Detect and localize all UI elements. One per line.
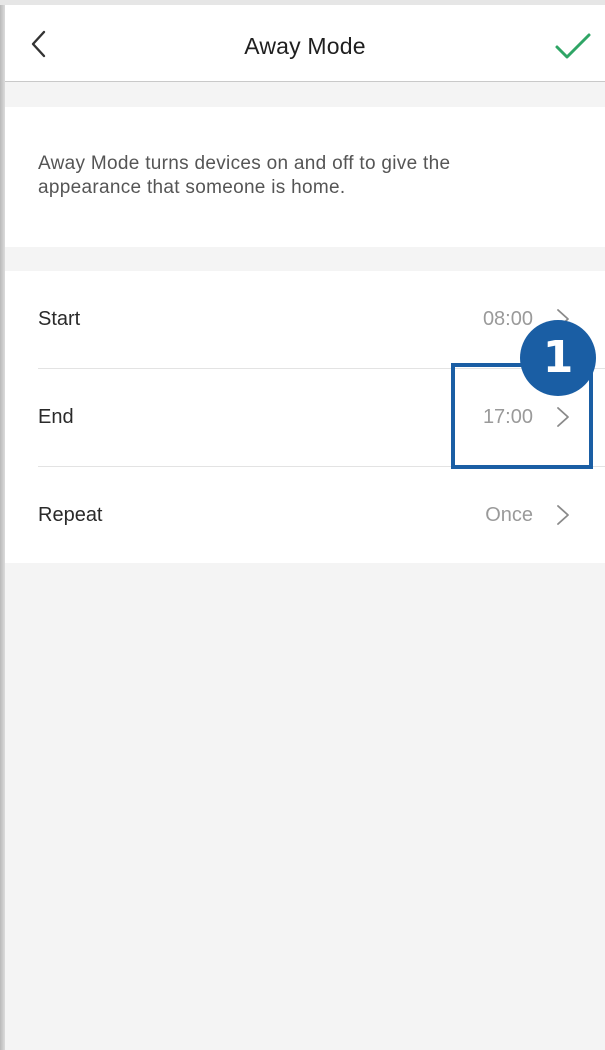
description-card: Away Mode turns devices on and off to gi…: [5, 107, 605, 247]
app-screen: Away Mode Away Mode turns devices on and…: [0, 0, 605, 1050]
annotation-step-badge: 1: [520, 320, 596, 396]
row-value: Once: [485, 504, 533, 526]
checkmark-icon: [555, 33, 591, 59]
confirm-button[interactable]: [553, 29, 593, 65]
row-value: 08:00: [482, 308, 533, 330]
row-label: Start: [38, 308, 81, 330]
row-label: End: [38, 406, 74, 428]
row-label: Repeat: [38, 504, 103, 526]
navigation-bar: Away Mode: [5, 5, 605, 82]
start-time-row[interactable]: Start 08:00: [5, 271, 605, 368]
repeat-row[interactable]: Repeat Once: [5, 467, 605, 564]
description-text: Away Mode turns devices on and off to gi…: [38, 153, 451, 198]
chevron-right-icon: [557, 505, 569, 525]
page-title: Away Mode: [244, 33, 366, 59]
